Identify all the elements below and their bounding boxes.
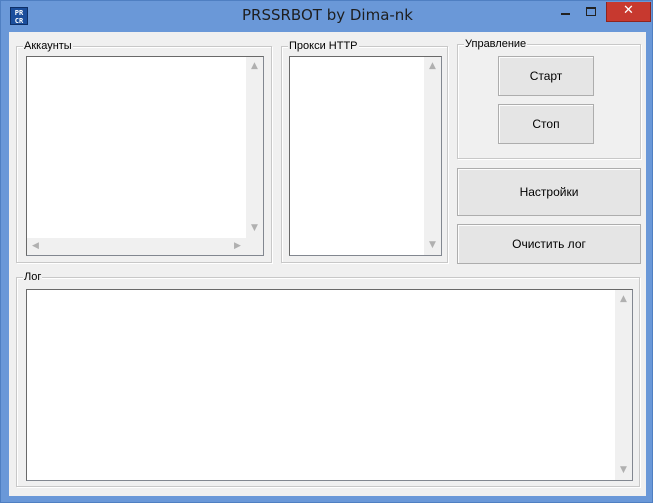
settings-button[interactable]: Настройки — [457, 168, 641, 216]
log-group: Лог ▲ ▼ — [16, 271, 640, 487]
proxies-group: Прокси HTTP ▲ ▼ — [281, 40, 448, 263]
scrollbar-corner — [246, 238, 263, 255]
scroll-left-icon[interactable]: ◀ — [27, 242, 44, 251]
close-button[interactable]: ✕ — [606, 2, 651, 22]
scroll-down-icon[interactable]: ▼ — [615, 466, 632, 475]
proxies-vertical-scrollbar[interactable]: ▲ ▼ — [424, 57, 441, 255]
log-textarea[interactable]: ▲ ▼ — [26, 289, 633, 481]
control-group-label: Управление — [464, 38, 528, 51]
scroll-right-icon[interactable]: ▶ — [229, 242, 246, 251]
client-area: Аккаунты ▲ ▼ ◀ ▶ Прокси HTTP ▲ ▼ Управле… — [9, 32, 646, 496]
scroll-up-icon[interactable]: ▲ — [246, 62, 263, 71]
accounts-horizontal-scrollbar[interactable]: ◀ ▶ — [27, 238, 246, 255]
scroll-up-icon[interactable]: ▲ — [615, 295, 632, 304]
scroll-down-icon[interactable]: ▼ — [246, 224, 263, 233]
proxies-list[interactable]: ▲ ▼ — [289, 56, 442, 256]
accounts-vertical-scrollbar[interactable]: ▲ ▼ — [246, 57, 263, 238]
main-window: PR CR PRSSRBOT by Dima-nk ✕ Аккаунты ▲ ▼… — [0, 0, 653, 503]
stop-button[interactable]: Стоп — [498, 104, 594, 144]
maximize-button[interactable] — [578, 2, 604, 22]
log-vertical-scrollbar[interactable]: ▲ ▼ — [615, 290, 632, 480]
accounts-group: Аккаунты ▲ ▼ ◀ ▶ — [16, 40, 272, 263]
log-group-label: Лог — [23, 271, 43, 284]
minimize-icon — [561, 13, 570, 15]
control-group: Управление Старт Стоп — [457, 38, 641, 159]
scroll-down-icon[interactable]: ▼ — [424, 241, 441, 250]
accounts-list[interactable]: ▲ ▼ ◀ ▶ — [26, 56, 264, 256]
close-icon: ✕ — [623, 3, 634, 18]
start-button[interactable]: Старт — [498, 56, 594, 96]
clear-log-button[interactable]: Очистить лог — [457, 224, 641, 264]
minimize-button[interactable] — [552, 2, 579, 22]
scroll-up-icon[interactable]: ▲ — [424, 62, 441, 71]
accounts-group-label: Аккаунты — [23, 40, 73, 53]
proxies-group-label: Прокси HTTP — [288, 40, 359, 53]
maximize-icon — [586, 7, 596, 16]
title-bar[interactable]: PR CR PRSSRBOT by Dima-nk ✕ — [1, 1, 653, 32]
